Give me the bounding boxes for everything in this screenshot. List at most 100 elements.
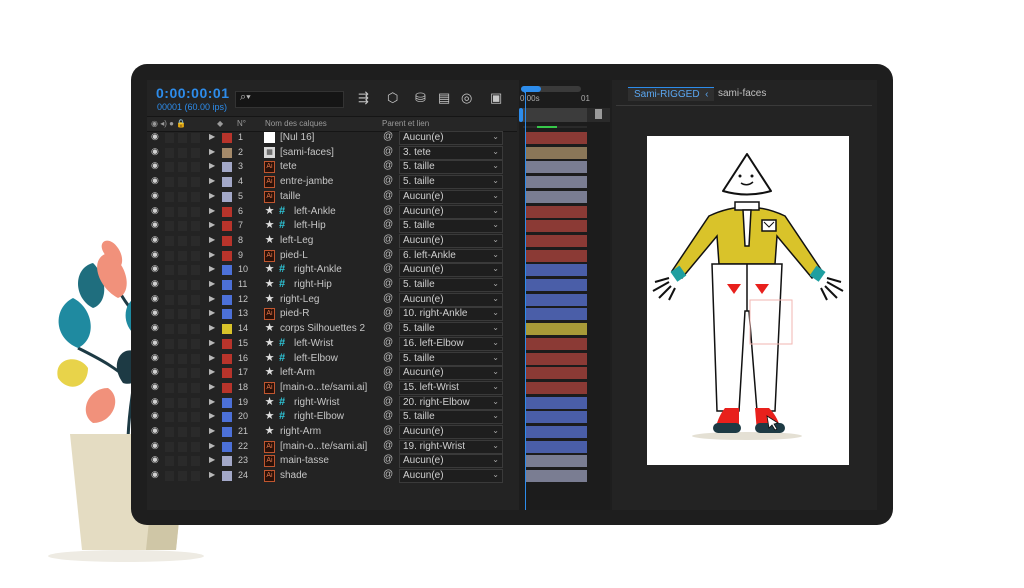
expand-triangle-icon[interactable]: ▶ [209, 294, 215, 303]
lock-switch[interactable] [191, 382, 200, 393]
lock-switch[interactable] [191, 191, 200, 202]
layer-duration-bar[interactable] [525, 411, 587, 424]
solo-switch[interactable] [178, 353, 187, 364]
audio-switch[interactable] [165, 221, 174, 232]
layer-row[interactable]: ◉ ▶ 4 Ai entre-jambe @5. taille ⌄ [147, 175, 517, 190]
layer-row[interactable]: ◉ ▶ 11 ★ # right-Hip @5. taille ⌄ [147, 278, 517, 292]
label-color-swatch[interactable] [222, 338, 232, 349]
layer-name[interactable]: [Nul 16] [280, 132, 314, 143]
layer-duration-bar[interactable] [525, 264, 587, 277]
expand-triangle-icon[interactable]: ▶ [209, 147, 215, 156]
expand-triangle-icon[interactable]: ▶ [209, 250, 215, 259]
layer-name[interactable]: taille [280, 191, 301, 202]
audio-switch[interactable] [165, 353, 174, 364]
layer-duration-bar[interactable] [525, 455, 587, 468]
visibility-eye-icon[interactable]: ◉ [151, 425, 159, 436]
label-color-swatch[interactable] [222, 162, 232, 173]
layer-row[interactable]: ◉ ▶ 12 ★ right-Leg @ Aucun(e) ⌄ [147, 292, 517, 307]
expand-triangle-icon[interactable]: ▶ [209, 470, 215, 479]
lock-switch[interactable] [191, 471, 200, 482]
solo-switch[interactable] [178, 397, 187, 408]
parent-dropdown[interactable]: Aucun(e) ⌄ [399, 131, 503, 145]
layer-name[interactable]: shade [280, 470, 307, 481]
label-color-swatch[interactable] [222, 353, 232, 364]
layer-name[interactable]: left-Leg [280, 235, 313, 246]
layer-duration-bar[interactable] [525, 352, 587, 365]
visibility-eye-icon[interactable]: ◉ [151, 410, 159, 421]
label-color-swatch[interactable] [222, 471, 232, 482]
audio-switch[interactable] [165, 338, 174, 349]
audio-switch[interactable] [165, 456, 174, 467]
layer-name[interactable]: left-Wrist [294, 338, 333, 349]
visibility-eye-icon[interactable]: ◉ [151, 278, 159, 289]
layer-name[interactable]: left-Ankle [294, 206, 336, 217]
layer-duration-bar[interactable] [525, 234, 587, 247]
draft-3d-icon[interactable]: ⬡ [387, 90, 398, 106]
solo-switch[interactable] [178, 427, 187, 437]
expand-triangle-icon[interactable]: ▶ [209, 455, 215, 464]
pick-whip-icon[interactable]: @ [383, 190, 393, 201]
pick-whip-icon[interactable]: @ [383, 337, 393, 348]
label-color-swatch[interactable] [222, 324, 232, 335]
label-color-swatch[interactable] [222, 191, 232, 202]
label-color-swatch[interactable] [222, 397, 232, 408]
layer-name[interactable]: right-Hip [294, 279, 332, 290]
visibility-eye-icon[interactable]: ◉ [151, 440, 159, 451]
expand-triangle-icon[interactable]: ▶ [209, 426, 215, 435]
parent-dropdown[interactable]: 10. right-Ankle ⌄ [399, 307, 503, 322]
audio-switch[interactable] [165, 427, 174, 437]
layer-duration-bar[interactable] [525, 190, 587, 203]
label-color-swatch[interactable] [222, 294, 232, 305]
pick-whip-icon[interactable]: @ [383, 322, 393, 333]
solo-switch[interactable] [178, 147, 187, 158]
layer-duration-bar[interactable] [525, 440, 587, 453]
expand-triangle-icon[interactable]: ▶ [209, 382, 215, 391]
lock-switch[interactable] [191, 294, 200, 305]
solo-switch[interactable] [178, 250, 187, 261]
audio-switch[interactable] [165, 324, 174, 335]
label-color-swatch[interactable] [222, 280, 232, 290]
label-color-swatch[interactable] [222, 177, 232, 188]
layer-row[interactable]: ◉ ▶ 7 ★ # left-Hip @5. taille ⌄ [147, 219, 517, 234]
parent-dropdown[interactable]: Aucun(e) ⌄ [399, 233, 503, 248]
solo-switch[interactable] [178, 133, 187, 143]
parent-dropdown[interactable]: 20. right-Elbow ⌄ [399, 395, 503, 410]
label-color-swatch[interactable] [222, 265, 232, 276]
parent-dropdown[interactable]: 5. taille ⌄ [399, 322, 503, 337]
audio-switch[interactable] [165, 309, 174, 320]
audio-switch[interactable] [165, 397, 174, 408]
visibility-eye-icon[interactable]: ◉ [151, 307, 159, 318]
layer-duration-bar[interactable] [525, 249, 587, 262]
layer-row[interactable]: ◉ ▶ 9 Ai pied-L @6. left-Ankle ⌄ [147, 248, 517, 263]
pick-whip-icon[interactable]: @ [383, 146, 393, 157]
solo-switch[interactable] [178, 294, 187, 305]
pick-whip-icon[interactable]: @ [383, 425, 393, 436]
layer-name[interactable]: pied-R [280, 308, 309, 319]
expand-triangle-icon[interactable]: ▶ [209, 235, 215, 244]
pick-whip-icon[interactable]: @ [383, 381, 393, 392]
visibility-eye-icon[interactable]: ◉ [151, 352, 159, 363]
pick-whip-icon[interactable]: @ [383, 293, 393, 304]
layer-row[interactable]: ◉ ▶ 19 ★ # right-Wrist @20. right-Elbow ⌄ [147, 395, 517, 410]
expand-triangle-icon[interactable]: ▶ [209, 220, 215, 229]
visibility-eye-icon[interactable]: ◉ [151, 146, 159, 157]
pick-whip-icon[interactable]: @ [383, 131, 393, 142]
pick-whip-icon[interactable]: @ [383, 352, 393, 363]
layer-row[interactable]: ◉ ▶ 24 Ai shade @ Aucun(e) ⌄ [147, 469, 517, 484]
solo-switch[interactable] [178, 206, 187, 217]
solo-switch[interactable] [178, 441, 187, 452]
parent-dropdown[interactable]: Aucun(e) ⌄ [399, 204, 503, 219]
layer-duration-bar[interactable] [525, 146, 587, 159]
visibility-eye-icon[interactable]: ◉ [151, 293, 159, 304]
pick-whip-icon[interactable]: @ [383, 307, 393, 318]
label-color-swatch[interactable] [222, 441, 232, 452]
parent-dropdown[interactable]: 5. taille ⌄ [399, 175, 503, 190]
layer-name[interactable]: right-Elbow [294, 411, 344, 422]
layer-row[interactable]: ◉ ▶ 1 [Nul 16] @ Aucun(e) ⌄ [147, 131, 517, 145]
layer-row[interactable]: ◉ ▶ 18 Ai [main-o...te/sami.ai] @15. left-Wri… [147, 380, 517, 395]
visibility-eye-icon[interactable]: ◉ [151, 175, 159, 186]
lock-switch[interactable] [191, 368, 200, 379]
visibility-eye-icon[interactable]: ◉ [151, 337, 159, 348]
layer-duration-bar[interactable] [525, 381, 587, 394]
visibility-eye-icon[interactable]: ◉ [151, 454, 159, 465]
